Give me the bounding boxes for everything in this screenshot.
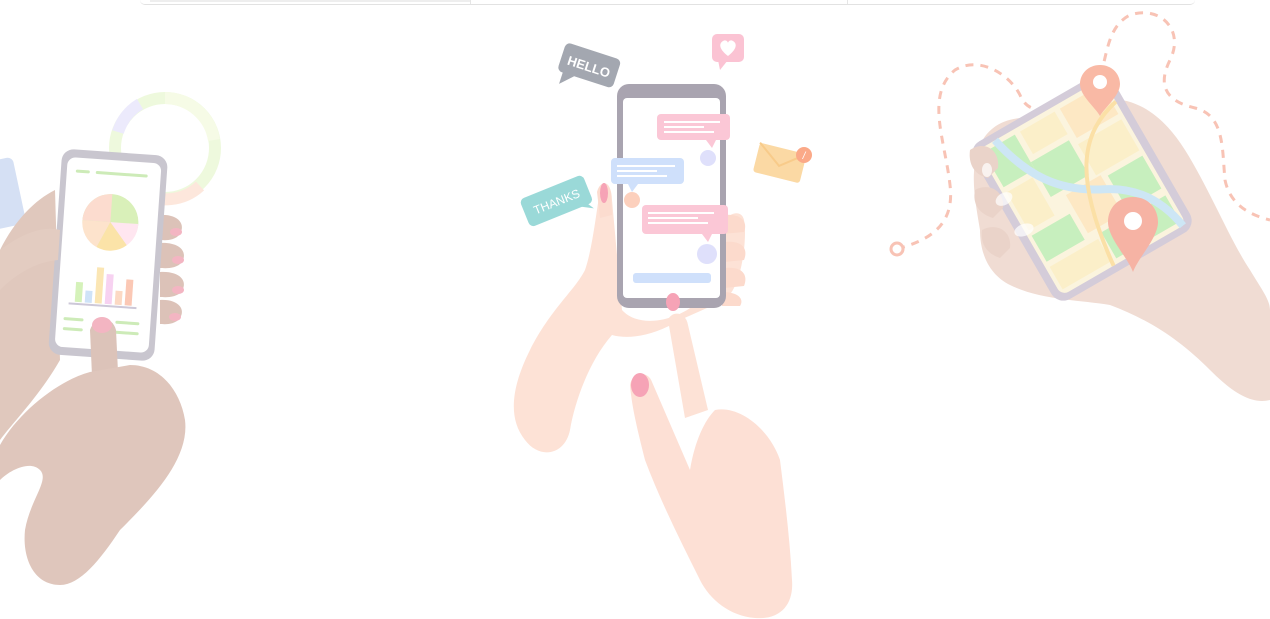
avatar [700, 150, 716, 166]
center-nail [666, 293, 680, 311]
envelope-icon [753, 141, 808, 183]
thanks-bubble: THANKS [520, 175, 594, 227]
heart-bubble [712, 34, 744, 70]
route-start-marker [889, 241, 905, 257]
messaging-phone-illustration: HELLO / THANKS [513, 34, 812, 619]
analytics-phone-illustration [0, 92, 221, 585]
center-pointing-hand [630, 374, 793, 619]
center-thumb-nail [600, 183, 608, 203]
message-input-bar [633, 273, 711, 283]
left-thumb-nail [92, 317, 112, 333]
map-phone-illustration [889, 11, 1270, 401]
hello-bubble: HELLO [558, 43, 621, 88]
avatar [624, 192, 640, 208]
illustration-canvas: HELLO / THANKS [0, 11, 1270, 619]
avatar [697, 244, 717, 264]
center-pointing-nail [631, 373, 649, 397]
